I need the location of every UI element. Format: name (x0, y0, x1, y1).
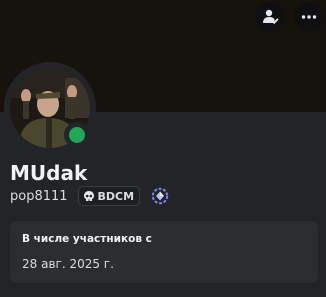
nitro-gem-icon (151, 187, 169, 205)
view-profile-button[interactable] (255, 2, 285, 32)
guild-tag-badge[interactable]: BDCM (77, 186, 141, 206)
display-name: MUdak (10, 161, 88, 185)
view-profile-icon (263, 9, 279, 25)
status-online-indicator (69, 127, 85, 143)
nitro-badge[interactable] (150, 186, 170, 206)
member-since-date: 28 авг. 2025 г. (22, 257, 114, 271)
username[interactable]: pop8111 (10, 189, 68, 204)
username-row: pop8111 BDCM (10, 186, 170, 206)
skull-icon (83, 191, 94, 201)
member-since-title: В числе участников с (22, 233, 152, 245)
more-options-button[interactable] (294, 2, 324, 32)
member-since-section: В числе участников с 28 авг. 2025 г. (10, 221, 318, 283)
guild-tag-text: BDCM (97, 189, 135, 203)
more-options-icon (301, 15, 317, 19)
